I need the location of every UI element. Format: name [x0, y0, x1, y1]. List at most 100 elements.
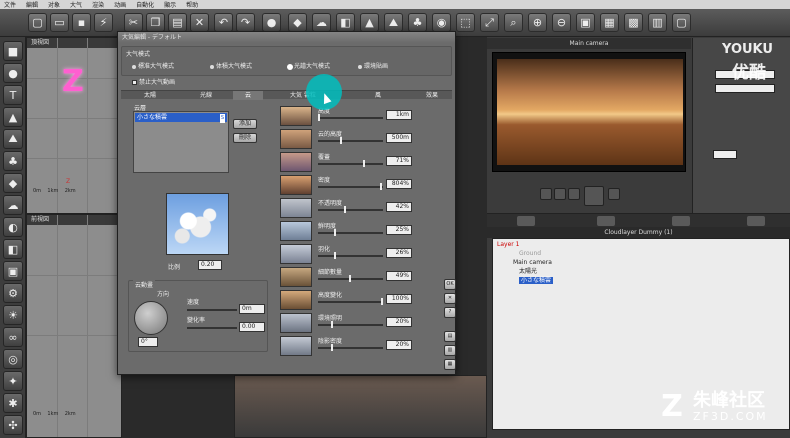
atmosphere-icon[interactable]: ☁: [312, 13, 331, 32]
param-value-input[interactable]: 25%: [386, 225, 412, 235]
param-value-input[interactable]: 1km: [386, 110, 412, 120]
cam-control-1[interactable]: [540, 188, 552, 200]
objtab-1[interactable]: [517, 216, 535, 226]
param-slider-knob[interactable]: [331, 344, 333, 351]
save-preset-button[interactable]: ▦: [444, 359, 456, 370]
save-icon[interactable]: ▪: [72, 13, 91, 32]
frame-icon[interactable]: ▢: [672, 13, 691, 32]
tool-terrain-icon[interactable]: ▲: [3, 107, 23, 127]
undo-icon[interactable]: ↶: [214, 13, 233, 32]
camera-preview[interactable]: [492, 52, 686, 172]
tool-light-icon[interactable]: ☀: [3, 305, 23, 325]
cut-icon[interactable]: ✂: [124, 13, 143, 32]
zoom-out-icon[interactable]: ⊖: [552, 13, 571, 32]
param-slider-knob[interactable]: [344, 206, 346, 213]
delete-icon[interactable]: ✕: [190, 13, 209, 32]
param-thumbnail[interactable]: [280, 290, 312, 310]
cloud-list-item[interactable]: 小さな積雲 S: [135, 113, 227, 123]
side-dropdown[interactable]: [713, 150, 737, 159]
layout-icon[interactable]: ▥: [648, 13, 667, 32]
cam-control-3[interactable]: [568, 188, 580, 200]
tab-effects[interactable]: 效果: [413, 91, 451, 100]
menu-animation[interactable]: 动画: [114, 0, 126, 9]
param-thumbnail[interactable]: [280, 244, 312, 264]
select-icon[interactable]: ⬚: [456, 13, 475, 32]
tab-wind[interactable]: 風: [343, 91, 413, 100]
copy-icon[interactable]: ❐: [146, 13, 165, 32]
preset-button[interactable]: ▥: [444, 345, 456, 356]
tool-link-icon[interactable]: ∞: [3, 327, 23, 347]
add-cloud-button[interactable]: 添加: [233, 119, 257, 129]
redo-icon[interactable]: ↷: [236, 13, 255, 32]
tab-sun[interactable]: 太陽: [121, 91, 179, 100]
param-slider-knob[interactable]: [349, 275, 351, 282]
material-icon[interactable]: ◉: [432, 13, 451, 32]
param-value-input[interactable]: 100%: [386, 294, 412, 304]
cam-trackball-icon[interactable]: [584, 186, 604, 206]
param-thumbnail[interactable]: [280, 129, 312, 149]
ok-button[interactable]: OK: [444, 279, 456, 290]
outliner-main-camera[interactable]: Main camera: [513, 259, 552, 267]
outliner-ground[interactable]: Ground: [519, 250, 541, 258]
cam-control-2[interactable]: [554, 188, 566, 200]
doc-button[interactable]: ▤: [444, 331, 456, 342]
tool-rock-icon[interactable]: ◆: [3, 173, 23, 193]
tool-box-icon[interactable]: ◧: [3, 239, 23, 259]
tool-cloud-icon[interactable]: ☁: [3, 195, 23, 215]
param-slider-knob[interactable]: [331, 321, 333, 328]
param-slider[interactable]: [318, 186, 383, 188]
param-slider-knob[interactable]: [318, 114, 320, 121]
param-value-input[interactable]: 49%: [386, 271, 412, 281]
outliner-cloud[interactable]: 小さな積雲: [519, 277, 554, 285]
menu-edit[interactable]: 編輯: [26, 0, 38, 9]
param-slider[interactable]: [318, 140, 383, 142]
mode-spectral-radio[interactable]: 光譜大气模式: [288, 61, 330, 70]
param-value-input[interactable]: 42%: [386, 202, 412, 212]
tool-tree-icon[interactable]: ♣: [3, 151, 23, 171]
param-thumbnail[interactable]: [280, 336, 312, 356]
open-folder-icon[interactable]: ▭: [50, 13, 69, 32]
camera-icon[interactable]: ▣: [576, 13, 595, 32]
tool-fan-icon[interactable]: ✣: [3, 415, 23, 435]
outliner-layer[interactable]: Layer 1: [497, 241, 519, 249]
direction-wheel[interactable]: [134, 301, 168, 335]
param-slider-knob[interactable]: [334, 252, 336, 259]
tool-plane-icon[interactable]: ◐: [3, 217, 23, 237]
param-slider[interactable]: [318, 255, 383, 257]
tool-cube-icon[interactable]: ■: [3, 41, 23, 61]
menu-display[interactable]: 顯示: [164, 0, 176, 9]
side-field-2[interactable]: [715, 84, 775, 93]
delete-cloud-button[interactable]: 刪除: [233, 133, 257, 143]
param-thumbnail[interactable]: [280, 267, 312, 287]
mode-volumetric-radio[interactable]: 体積大气模式: [210, 61, 252, 70]
menu-automation[interactable]: 自動化: [136, 0, 154, 9]
zoom-in-icon[interactable]: ⊕: [528, 13, 547, 32]
menu-render[interactable]: 渲染: [92, 0, 104, 9]
speed-input[interactable]: 0m: [239, 304, 265, 314]
objtab-2[interactable]: [597, 216, 615, 226]
new-document-icon[interactable]: ▢: [28, 13, 47, 32]
param-slider[interactable]: [318, 232, 383, 234]
speed-slider[interactable]: [187, 309, 237, 311]
paste-icon[interactable]: ▤: [168, 13, 187, 32]
film-icon[interactable]: ▦: [600, 13, 619, 32]
cam-control-4[interactable]: [608, 188, 620, 200]
tree-icon[interactable]: ♣: [408, 13, 427, 32]
param-value-input[interactable]: 26%: [386, 248, 412, 258]
param-slider[interactable]: [318, 209, 383, 211]
menu-object[interactable]: 对象: [48, 0, 60, 9]
zoom-fit-icon[interactable]: ⌕: [504, 13, 523, 32]
help-button[interactable]: ?: [444, 307, 456, 318]
sphere-icon[interactable]: ●: [262, 13, 281, 32]
tool-sphere-icon[interactable]: ●: [3, 63, 23, 83]
param-slider-knob[interactable]: [380, 183, 382, 190]
param-thumbnail[interactable]: [280, 152, 312, 172]
param-value-input[interactable]: 20%: [386, 317, 412, 327]
cancel-x-button[interactable]: ✕: [444, 293, 456, 304]
tool-lamp-icon[interactable]: ✦: [3, 371, 23, 391]
param-value-input[interactable]: 804%: [386, 179, 412, 189]
render-bolt-icon[interactable]: ⚡: [94, 13, 113, 32]
transform-icon[interactable]: ⤢: [480, 13, 499, 32]
param-thumbnail[interactable]: [280, 313, 312, 333]
change-rate-input[interactable]: 0.00: [239, 322, 265, 332]
